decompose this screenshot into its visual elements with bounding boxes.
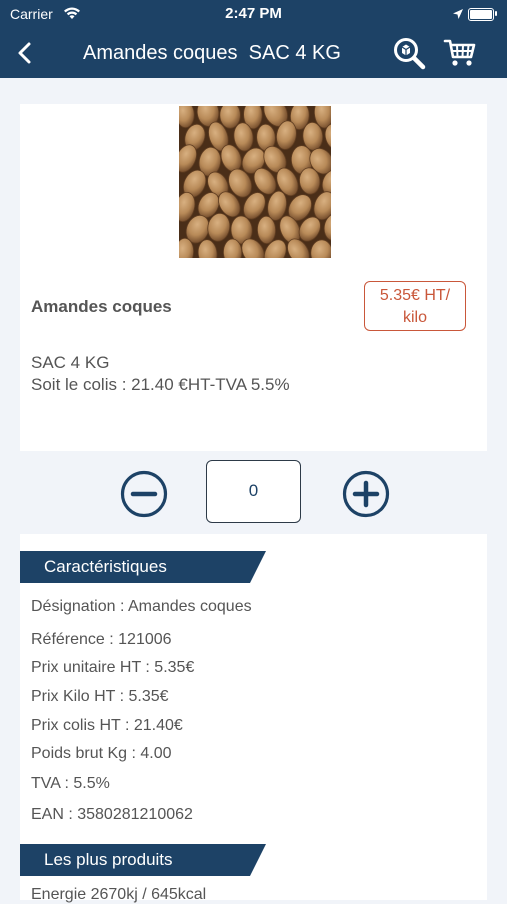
clock: 2:47 PM: [225, 5, 282, 22]
search-magnifier-icon[interactable]: [391, 36, 427, 70]
pack-size: SAC 4 KG: [31, 353, 110, 372]
spec-row: Désignation : Amandes coques: [31, 598, 252, 615]
spec-row: Prix unitaire HT : 5.35€: [31, 659, 195, 676]
navigation-bar: Amandes coques SAC 4 KG: [0, 30, 507, 78]
spec-row: TVA : 5.5%: [31, 775, 110, 792]
page-title: Amandes coques SAC 4 KG: [83, 42, 341, 64]
product-card: Amandes coques 5.35€ HT/ kilo SAC 4 KG S…: [20, 104, 487, 451]
battery-icon: [468, 8, 494, 21]
characteristics-header: Caractéristiques: [20, 551, 266, 583]
highlights-header: Les plus produits: [20, 844, 266, 876]
highlight-row: Energie 2670kj / 645kcal: [31, 886, 207, 903]
product-name: Amandes coques: [31, 297, 172, 316]
product-details: Caractéristiques Désignation : Amandes c…: [20, 534, 487, 903]
package-price: Soit le colis : 21.40 €HT-TVA 5.5%: [31, 375, 290, 394]
location-arrow-icon: [452, 7, 464, 25]
product-photo: [179, 106, 331, 258]
spec-row: Référence : 121006: [31, 631, 172, 648]
minus-circle-icon[interactable]: [120, 470, 168, 518]
highlights-title: Les plus produits: [44, 850, 173, 869]
status-bar: Carrier 2:47 PM: [0, 0, 507, 30]
spec-row: Prix Kilo HT : 5.35€: [31, 688, 169, 705]
cart-icon[interactable]: [443, 37, 477, 69]
back-chevron-icon[interactable]: [12, 38, 40, 68]
price-unit: kilo: [402, 309, 427, 326]
quantity-input[interactable]: 0: [206, 460, 301, 523]
price-badge: 5.35€ HT/ kilo: [364, 281, 466, 331]
price-per-kilo: 5.35€ HT/: [379, 287, 451, 304]
plus-circle-icon[interactable]: [342, 470, 390, 518]
spec-row: Poids brut Kg : 4.00: [31, 745, 172, 762]
spec-row: Prix colis HT : 21.40€: [31, 717, 183, 734]
spec-row: EAN : 3580281210062: [31, 806, 193, 823]
characteristics-title: Caractéristiques: [44, 557, 167, 576]
product-description: SAC 4 KG Soit le colis : 21.40 €HT-TVA 5…: [31, 352, 290, 396]
quantity-stepper: 0: [0, 460, 507, 526]
battery-tip: [495, 11, 497, 16]
